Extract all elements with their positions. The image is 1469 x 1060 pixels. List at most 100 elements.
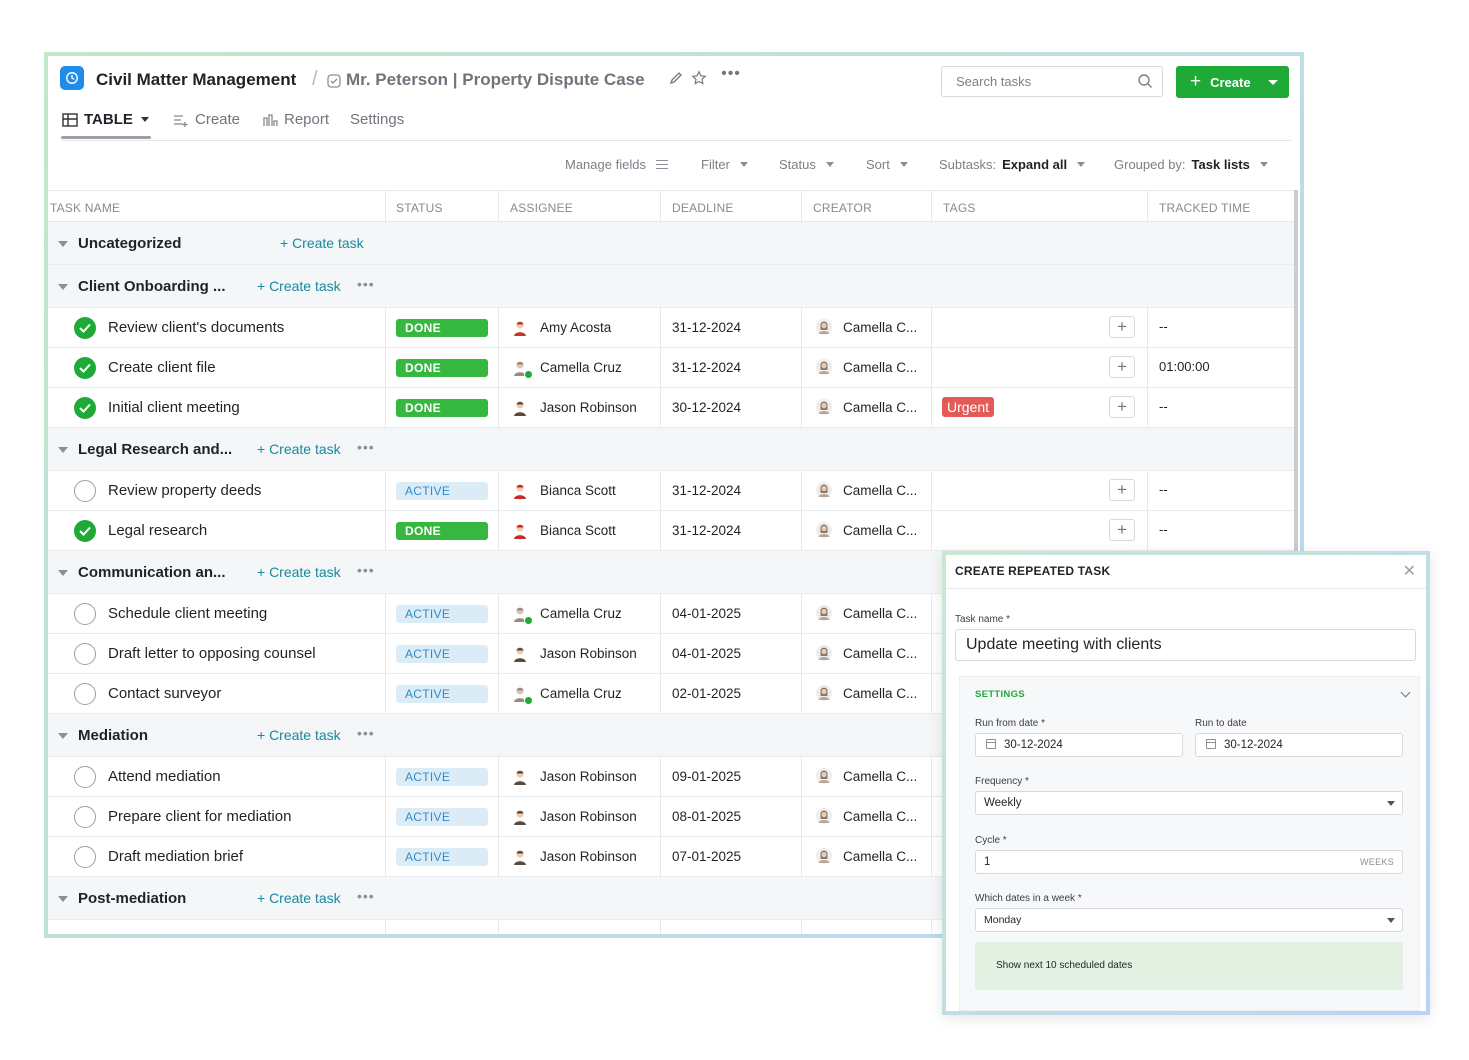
task-complete-checkbox[interactable] [74, 683, 96, 705]
more-options-icon[interactable]: ••• [357, 276, 375, 292]
task-name[interactable]: Schedule client meeting [108, 605, 267, 622]
assignee-name[interactable]: Jason Robinson [540, 646, 637, 661]
task-complete-checkbox[interactable] [74, 603, 96, 625]
more-options-icon[interactable]: ••• [357, 562, 375, 578]
deadline-date[interactable]: 31-12-2024 [672, 483, 741, 498]
search-input[interactable] [942, 67, 1122, 96]
deadline-date[interactable]: 31-12-2024 [672, 320, 741, 335]
creator-name[interactable]: Camella C... [843, 769, 917, 784]
task-complete-checkbox[interactable] [74, 397, 96, 419]
tracked-time[interactable]: -- [1159, 482, 1168, 497]
task-name[interactable]: Review property deeds [108, 482, 261, 499]
deadline-date[interactable]: 31-12-2024 [672, 523, 741, 538]
status-badge[interactable]: ACTIVE [396, 645, 488, 663]
group-name[interactable]: Communication an... [78, 564, 226, 581]
search-box[interactable] [941, 66, 1163, 97]
task-name[interactable]: Create client file [108, 359, 216, 376]
status-dropdown[interactable]: Status [779, 157, 834, 172]
more-options-icon[interactable]: ••• [357, 725, 375, 741]
status-badge[interactable]: ACTIVE [396, 808, 488, 826]
create-task-link[interactable]: + Create task [257, 727, 341, 743]
creator-name[interactable]: Camella C... [843, 360, 917, 375]
run-to-date-field[interactable]: 30-12-2024 [1195, 733, 1403, 757]
create-task-link[interactable]: + Create task [280, 235, 364, 251]
create-task-link[interactable]: + Create task [257, 564, 341, 580]
task-complete-checkbox[interactable] [74, 480, 96, 502]
collapse-caret-icon[interactable] [58, 283, 68, 290]
task-name[interactable]: Contact surveyor [108, 685, 221, 702]
status-badge[interactable]: DONE [396, 359, 488, 377]
task-row[interactable]: Initial client meeting DONE Jason Robinson… [48, 388, 1296, 428]
task-complete-checkbox[interactable] [74, 846, 96, 868]
subtasks-dropdown[interactable]: Subtasks: Expand all [939, 157, 1086, 172]
tracked-time[interactable]: -- [1159, 522, 1168, 537]
creator-name[interactable]: Camella C... [843, 686, 917, 701]
add-tag-button[interactable]: + [1109, 316, 1135, 338]
deadline-date[interactable]: 07-01-2025 [672, 849, 741, 864]
group-name[interactable]: Post-mediation [78, 890, 186, 907]
collapse-caret-icon[interactable] [58, 240, 68, 247]
task-name[interactable]: Review client's documents [108, 319, 284, 336]
group-name[interactable]: Client Onboarding ... [78, 278, 226, 295]
cycle-input[interactable]: 1 WEEKS [975, 850, 1403, 874]
assignee-name[interactable]: Jason Robinson [540, 809, 637, 824]
collapse-caret-icon[interactable] [58, 895, 68, 902]
deadline-date[interactable]: 02-01-2025 [672, 686, 741, 701]
status-badge[interactable]: DONE [396, 319, 488, 337]
creator-name[interactable]: Camella C... [843, 646, 917, 661]
task-complete-checkbox[interactable] [74, 317, 96, 339]
filter-dropdown[interactable]: Filter [701, 157, 748, 172]
task-name[interactable]: Initial client meeting [108, 399, 240, 416]
add-tag-button[interactable]: + [1109, 519, 1135, 541]
task-complete-checkbox[interactable] [74, 357, 96, 379]
group-name[interactable]: Mediation [78, 727, 148, 744]
assignee-name[interactable]: Camella Cruz [540, 686, 622, 701]
task-name[interactable]: Attend mediation [108, 768, 221, 785]
assignee-name[interactable]: Jason Robinson [540, 769, 637, 784]
tag-urgent[interactable]: Urgent [942, 397, 995, 417]
tracked-time[interactable]: 01:00:00 [1159, 359, 1210, 374]
assignee-name[interactable]: Jason Robinson [540, 849, 637, 864]
status-badge[interactable]: ACTIVE [396, 848, 488, 866]
close-icon[interactable]: ✕ [1403, 561, 1416, 581]
creator-name[interactable]: Camella C... [843, 849, 917, 864]
manage-fields-button[interactable]: Manage fields [565, 157, 668, 172]
add-tag-button[interactable]: + [1109, 356, 1135, 378]
task-row[interactable]: Create client file DONE Camella Cruz 31-12-… [48, 348, 1296, 388]
create-task-link[interactable]: + Create task [257, 441, 341, 457]
status-badge[interactable]: ACTIVE [396, 482, 488, 500]
settings-heading[interactable]: SETTINGS [975, 689, 1025, 700]
assignee-name[interactable]: Bianca Scott [540, 523, 616, 538]
create-task-link[interactable]: + Create task [257, 890, 341, 906]
col-tags-header[interactable]: TAGS [943, 201, 976, 215]
group-name[interactable]: Uncategorized [78, 235, 181, 252]
status-badge[interactable]: ACTIVE [396, 768, 488, 786]
show-scheduled-dates-button[interactable]: Show next 10 scheduled dates [975, 942, 1403, 990]
group-name[interactable]: Legal Research and... [78, 441, 232, 458]
deadline-date[interactable]: 30-12-2024 [672, 400, 741, 415]
sort-dropdown[interactable]: Sort [866, 157, 908, 172]
task-name[interactable]: Legal research [108, 522, 207, 539]
task-row[interactable]: Legal research DONE Bianca Scott 31-12-2024… [48, 511, 1296, 551]
col-creator-header[interactable]: CREATOR [813, 201, 872, 215]
status-badge[interactable]: ACTIVE [396, 605, 488, 623]
col-task-name-header[interactable]: TASK NAME [50, 201, 120, 215]
tab-settings[interactable]: Settings [350, 111, 404, 128]
deadline-date[interactable]: 08-01-2025 [672, 809, 741, 824]
more-options-icon[interactable]: ••• [357, 439, 375, 455]
deadline-date[interactable]: 04-01-2025 [672, 646, 741, 661]
creator-name[interactable]: Camella C... [843, 320, 917, 335]
task-complete-checkbox[interactable] [74, 643, 96, 665]
task-complete-checkbox[interactable] [74, 766, 96, 788]
task-complete-checkbox[interactable] [74, 806, 96, 828]
chevron-down-icon[interactable] [1400, 687, 1411, 698]
assignee-name[interactable]: Camella Cruz [540, 360, 622, 375]
grouped-by-dropdown[interactable]: Grouped by: Task lists [1114, 157, 1268, 172]
star-icon[interactable] [691, 70, 707, 86]
assignee-name[interactable]: Amy Acosta [540, 320, 611, 335]
task-row[interactable]: Review property deeds ACTIVE Bianca Scott 3… [48, 471, 1296, 511]
create-task-link[interactable]: + Create task [257, 278, 341, 294]
tracked-time[interactable]: -- [1159, 399, 1168, 414]
run-from-date-field[interactable]: 30-12-2024 [975, 733, 1183, 757]
task-name-input[interactable]: Update meeting with clients [955, 629, 1416, 661]
